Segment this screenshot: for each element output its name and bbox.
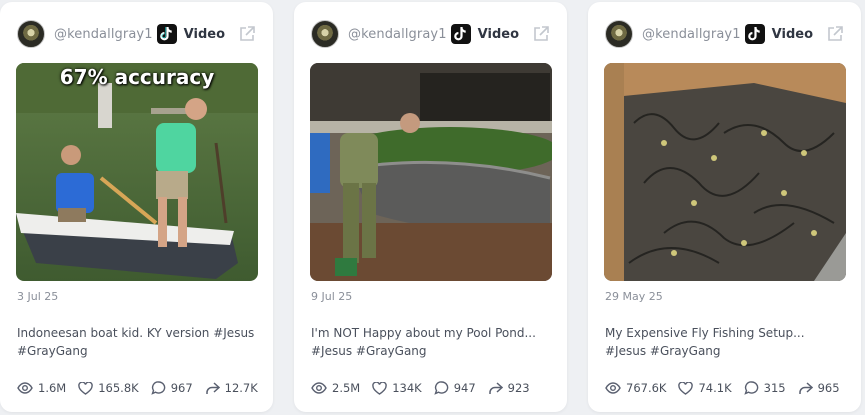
likes-count: 134K: [392, 381, 422, 395]
creator-handle[interactable]: @kendallgray1: [348, 27, 451, 42]
card-header: @kendallgray1 Video: [605, 19, 844, 49]
shares-stat: 923: [488, 381, 530, 395]
comments-count: 947: [453, 381, 476, 395]
post-caption: I'm NOT Happy about my Pool Pond... #Jes…: [311, 326, 536, 358]
comment-icon: [743, 381, 758, 395]
share-icon: [205, 381, 220, 394]
video-card[interactable]: @kendallgray1 Video: [588, 2, 861, 412]
shares-count: 923: [507, 381, 530, 395]
card-header: @kendallgray1 Video: [311, 19, 550, 49]
post-caption: Indoneesan boat kid. KY version #Jesus #…: [17, 326, 255, 358]
comments-stat: 967: [151, 381, 193, 395]
views-count: 767.6K: [626, 381, 667, 395]
avatar[interactable]: [311, 20, 339, 48]
external-link-icon[interactable]: [532, 25, 550, 43]
post-date: 3 Jul 25: [17, 290, 59, 303]
post-date: 9 Jul 25: [311, 290, 353, 303]
eye-icon: [605, 382, 621, 394]
video-overlay-text: 67% accuracy: [59, 65, 215, 89]
card-header: @kendallgray1 Video: [17, 19, 256, 49]
comments-stat: 947: [434, 381, 476, 395]
shares-stat: 965: [798, 381, 840, 395]
eye-icon: [311, 382, 327, 394]
video-card[interactable]: @kendallgray1 Video 9 Jul 25 I'm NOT Hap…: [294, 2, 567, 412]
comment-icon: [151, 381, 165, 395]
views-count: 1.6M: [38, 381, 67, 395]
likes-stat: 74.1K: [678, 381, 732, 395]
tiktok-icon: [156, 24, 177, 44]
views-stat: 1.6M: [17, 381, 66, 395]
video-thumbnail[interactable]: 67% accuracy: [16, 63, 258, 281]
likes-count: 74.1K: [698, 381, 732, 395]
platform-label: Video: [183, 26, 225, 42]
engagement-stats: 1.6M 165.8K 967 12.7K: [17, 378, 263, 398]
engagement-stats: 767.6K 74.1K 315 965: [605, 378, 851, 398]
views-stat: 2.5M: [311, 381, 360, 395]
eye-icon: [17, 382, 33, 394]
comment-icon: [434, 381, 449, 395]
comments-count: 967: [170, 381, 193, 395]
heart-icon: [78, 381, 93, 395]
share-icon: [488, 381, 503, 394]
tiktok-icon: [744, 24, 765, 44]
comments-count: 315: [763, 381, 786, 395]
creator-handle[interactable]: @kendallgray1: [642, 27, 745, 42]
views-stat: 767.6K: [605, 381, 666, 395]
comments-stat: 315: [743, 381, 786, 395]
share-icon: [798, 381, 813, 394]
shares-count: 12.7K: [224, 381, 258, 395]
external-link-icon[interactable]: [826, 25, 844, 43]
tiktok-icon: [450, 24, 471, 44]
views-count: 2.5M: [332, 381, 361, 395]
platform-label: Video: [771, 26, 813, 42]
avatar[interactable]: [17, 20, 45, 48]
external-link-icon[interactable]: [238, 25, 256, 43]
avatar[interactable]: [605, 20, 633, 48]
video-card[interactable]: @kendallgray1 Video: [0, 2, 273, 412]
likes-stat: 134K: [372, 381, 422, 395]
shares-stat: 12.7K: [205, 381, 258, 395]
platform-label: Video: [477, 26, 519, 42]
video-thumbnail[interactable]: [604, 63, 846, 281]
heart-icon: [678, 381, 694, 395]
video-thumbnail[interactable]: [310, 63, 552, 281]
likes-count: 165.8K: [98, 381, 139, 395]
likes-stat: 165.8K: [78, 381, 139, 395]
engagement-stats: 2.5M 134K 947 923: [311, 378, 557, 398]
post-date: 29 May 25: [605, 290, 663, 303]
creator-handle[interactable]: @kendallgray1: [54, 27, 157, 42]
shares-count: 965: [817, 381, 840, 395]
heart-icon: [372, 381, 387, 395]
post-caption: My Expensive Fly Fishing Setup... #Jesus…: [605, 326, 805, 358]
